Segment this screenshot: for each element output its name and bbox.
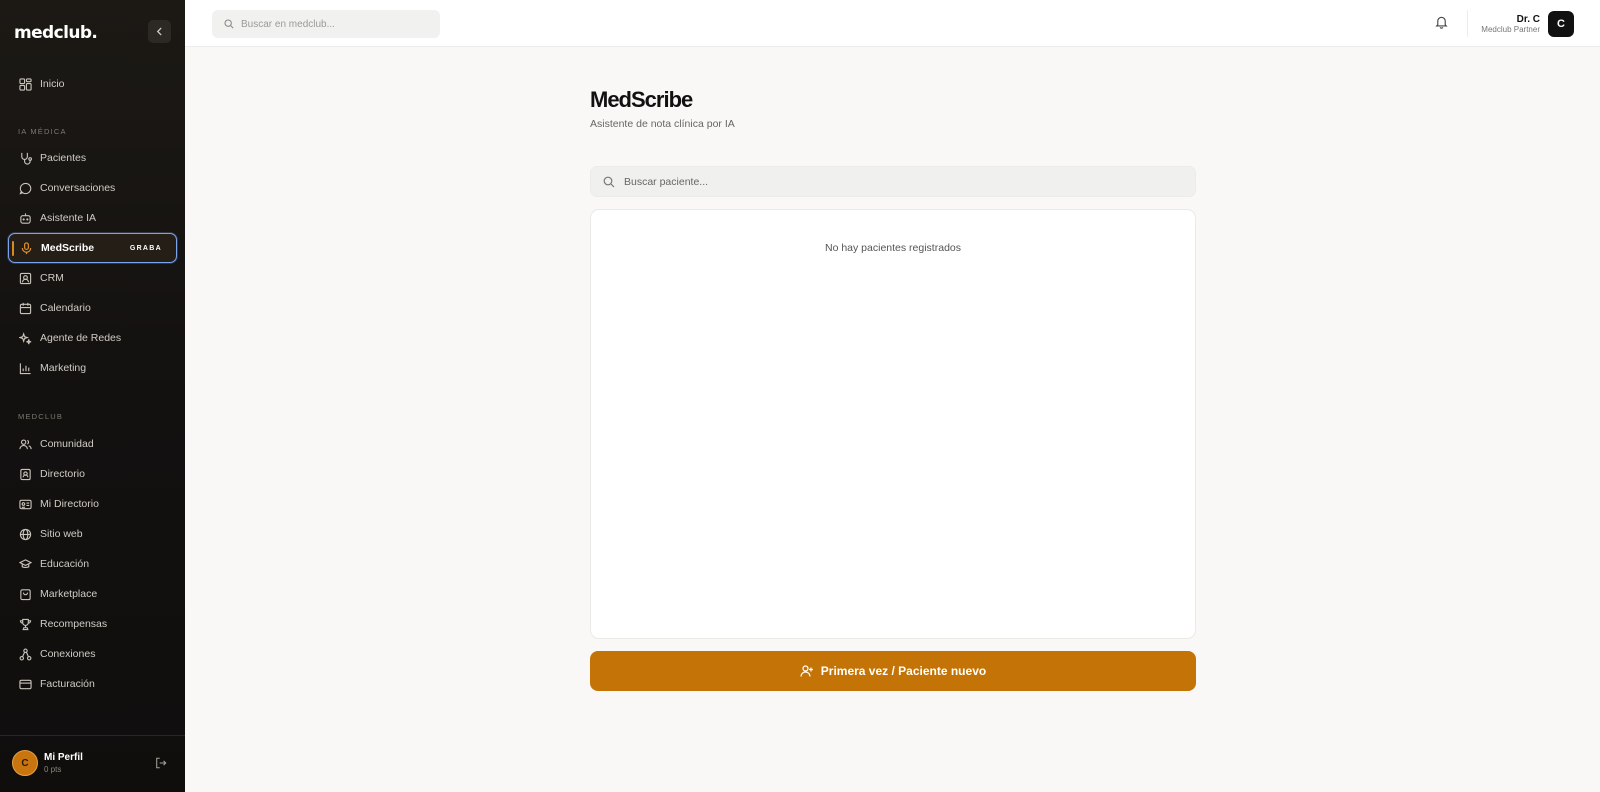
book-icon	[20, 468, 31, 480]
new-patient-button[interactable]: Primera vez / Paciente nuevo	[590, 651, 1196, 691]
global-search-input[interactable]	[241, 18, 421, 30]
sidebar-item-inicio[interactable]: Inicio	[8, 69, 177, 99]
sidebar-item-comunidad[interactable]: Comunidad	[8, 429, 177, 459]
credit-card-icon	[19, 679, 32, 689]
medclub-logo[interactable]: medclub.	[14, 23, 98, 43]
page-subtitle: Asistente de nota clínica por IA	[590, 118, 735, 130]
sidebar-item-label: Asistente IA	[40, 212, 97, 224]
bell-icon	[1435, 16, 1448, 29]
robot-icon	[20, 212, 31, 224]
sidebar-item-marketplace[interactable]: Marketplace	[8, 579, 177, 609]
sidebar-item-label: Comunidad	[40, 438, 94, 450]
topbar-divider	[1467, 10, 1468, 37]
user-role: Medclub Partner	[1481, 25, 1540, 34]
shopping-bag-icon	[20, 588, 31, 600]
sidebar-item-label: Pacientes	[40, 152, 87, 164]
sidebar-item-educacion[interactable]: Educación	[8, 549, 177, 579]
sidebar-item-conversaciones[interactable]: Conversaciones	[8, 173, 177, 203]
sidebar-item-label: Marketplace	[40, 588, 98, 600]
search-icon	[224, 19, 234, 29]
stethoscope-icon	[21, 152, 32, 165]
patient-list: No hay pacientes registrados	[590, 209, 1196, 639]
sidebar-item-pacientes[interactable]: Pacientes	[8, 143, 177, 173]
sidebar-item-label: Sitio web	[40, 528, 83, 540]
sidebar-item-label: Inicio	[40, 78, 65, 90]
sidebar-item-marketing[interactable]: Marketing	[8, 353, 177, 383]
grid-icon	[19, 77, 32, 91]
sidebar-item-mi-directorio[interactable]: Mi Directorio	[8, 489, 177, 519]
recording-badge: GRABA	[129, 244, 162, 252]
sidebar-item-medscribe[interactable]: MedScribe GRABA	[8, 233, 177, 263]
user-name: Dr. C	[1516, 14, 1540, 25]
user-avatar[interactable]: C	[1548, 11, 1574, 37]
chevron-left-icon	[156, 27, 162, 36]
sidebar-item-calendario[interactable]: Calendario	[8, 293, 177, 323]
sidebar-item-label: Calendario	[40, 302, 91, 314]
bar-chart-icon	[19, 362, 31, 374]
contact-icon	[19, 272, 32, 284]
users-icon	[19, 438, 32, 449]
section-label-ia: IA MÉDICA	[18, 127, 67, 136]
microphone-icon	[21, 241, 32, 254]
logout-button[interactable]	[155, 756, 167, 774]
sidebar-item-facturacion[interactable]: Facturación	[8, 669, 177, 699]
logout-icon	[156, 757, 167, 769]
section-label-medclub: MEDCLUB	[18, 412, 64, 421]
sidebar-item-label: MedScribe	[41, 242, 95, 254]
sparkle-icon	[19, 331, 32, 344]
sidebar: medclub. Inicio IA MÉDICA Pacientes Conv…	[0, 0, 185, 792]
topbar: Dr. C Medclub Partner C	[185, 0, 1600, 47]
sidebar-item-directorio[interactable]: Directorio	[8, 459, 177, 489]
patient-search[interactable]	[590, 166, 1196, 197]
profile-points: 0 pts	[44, 765, 62, 774]
global-search[interactable]	[212, 10, 440, 38]
calendar-icon	[19, 302, 32, 314]
patient-search-input[interactable]	[624, 175, 1164, 188]
profile-name[interactable]: Mi Perfil	[44, 752, 83, 763]
sidebar-item-sitio-web[interactable]: Sitio web	[8, 519, 177, 549]
sidebar-divider	[0, 735, 185, 736]
id-card-icon	[19, 499, 32, 509]
sidebar-item-label: Directorio	[40, 468, 85, 480]
sidebar-item-agente-de-redes[interactable]: Agente de Redes	[8, 323, 177, 353]
network-icon	[19, 648, 32, 660]
sidebar-item-label: CRM	[40, 272, 64, 284]
sidebar-item-label: Educación	[40, 558, 90, 570]
globe-icon	[19, 528, 32, 540]
sidebar-item-label: Conexiones	[40, 648, 96, 660]
profile-avatar[interactable]: C	[12, 750, 38, 776]
sidebar-item-label: Marketing	[40, 362, 87, 374]
new-patient-label: Primera vez / Paciente nuevo	[820, 664, 987, 678]
sidebar-item-label: Mi Directorio	[40, 498, 99, 510]
search-icon	[603, 176, 615, 187]
sidebar-item-label: Facturación	[40, 678, 95, 690]
empty-state-message: No hay pacientes registrados	[825, 242, 961, 254]
graduation-cap-icon	[19, 558, 32, 568]
sidebar-item-conexiones[interactable]: Conexiones	[8, 639, 177, 669]
sidebar-item-recompensas[interactable]: Recompensas	[8, 609, 177, 639]
notifications-button[interactable]	[1435, 15, 1448, 34]
user-plus-icon	[800, 665, 813, 677]
collapse-sidebar-button[interactable]	[148, 20, 171, 43]
sidebar-item-crm[interactable]: CRM	[8, 263, 177, 293]
chat-icon	[19, 182, 32, 195]
sidebar-item-asistente-ia[interactable]: Asistente IA	[8, 203, 177, 233]
page-title: MedScribe	[590, 87, 693, 112]
sidebar-item-label: Recompensas	[40, 618, 108, 630]
sidebar-item-label: Conversaciones	[40, 182, 116, 194]
trophy-icon	[19, 618, 32, 630]
sidebar-item-label: Agente de Redes	[40, 332, 122, 344]
